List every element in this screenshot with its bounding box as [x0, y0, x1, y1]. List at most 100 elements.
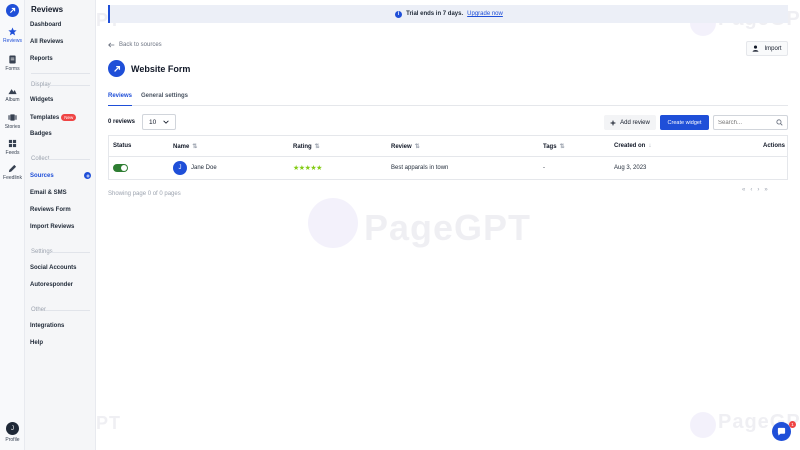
column-label: Status [113, 143, 132, 149]
column-header-rating[interactable]: Rating ⇅ [293, 143, 320, 151]
column-header-tags[interactable]: Tags ⇅ [543, 143, 565, 151]
sidebar-item-reviews-form[interactable]: Reviews Form [30, 207, 71, 213]
chat-badge: 1 [789, 421, 796, 428]
sidebar-item-reports[interactable]: Reports [30, 56, 53, 62]
page-size-value: 10 [149, 118, 157, 126]
arrow-left-icon [108, 42, 115, 48]
review-text: Best apparals in town [391, 165, 449, 171]
sidebar-item-badges[interactable]: Badges [30, 131, 52, 137]
divider [31, 73, 90, 74]
column-header-name[interactable]: Name ⇅ [173, 143, 197, 151]
divider [51, 252, 90, 253]
rail-item-label: Album [5, 97, 20, 103]
next-page-icon[interactable]: › [757, 187, 759, 193]
tab-general-settings[interactable]: General settings [141, 93, 188, 106]
reviews-count: 0 reviews [108, 119, 136, 125]
sources-indicator [84, 172, 91, 179]
column-label: Rating [293, 143, 312, 150]
sidebar-item-social-accounts[interactable]: Social Accounts [30, 265, 76, 271]
rail-item-forms[interactable]: Forms [0, 55, 25, 72]
sidebar-item-dashboard[interactable]: Dashboard [30, 22, 61, 28]
rail-item-reviews[interactable]: Reviews [0, 27, 25, 44]
created-on-value: Aug 3, 2023 [614, 165, 647, 171]
sidebar-item-autoresponder[interactable]: Autoresponder [30, 282, 73, 288]
sort-icon[interactable]: ⇅ [560, 143, 565, 150]
icon-rail: Reviews Forms Album Stories Feeds Feedli… [0, 0, 25, 450]
image-icon [8, 89, 17, 95]
sort-icon[interactable]: ⇅ [315, 143, 320, 150]
watermark: PageGPT [364, 207, 532, 248]
column-header-created-on[interactable]: Created on ↓ [614, 143, 651, 149]
sidebar-item-all-reviews[interactable]: All Reviews [30, 39, 63, 45]
sidebar-item-help[interactable]: Help [30, 340, 43, 346]
sidebar-item-widgets[interactable]: Widgets [30, 97, 53, 103]
section-header-other: Other [31, 307, 47, 313]
divider [109, 156, 787, 157]
rail-item-album[interactable]: Album [0, 86, 25, 103]
section-header-settings: Settings [31, 249, 53, 255]
back-label: Back to sources [119, 42, 162, 48]
rail-item-label: Forms [5, 66, 20, 72]
tags-value: - [543, 165, 545, 171]
avatar: J [173, 161, 187, 175]
back-link[interactable]: Back to sources [108, 42, 162, 48]
rail-item-label: Feeds [5, 150, 20, 156]
prev-page-icon[interactable]: ‹ [750, 187, 752, 193]
sort-desc-icon[interactable]: ↓ [648, 143, 651, 149]
column-label: Tags [543, 143, 557, 150]
sidebar-title: Reviews [31, 5, 64, 14]
user-icon [753, 45, 759, 52]
new-badge: New [61, 114, 77, 121]
add-review-button[interactable]: Add review [604, 115, 656, 130]
first-page-icon[interactable]: « [742, 187, 745, 193]
profile-avatar[interactable]: J [6, 422, 19, 435]
rail-item-label: Reviews [3, 38, 22, 44]
page-size-select[interactable]: 10 [142, 114, 176, 130]
sidebar-item-templates[interactable]: Templates New [30, 114, 77, 122]
pagination-status: Showing page 0 of 0 pages [108, 191, 181, 197]
watermark-logo [308, 198, 358, 248]
profile-label[interactable]: Profile [0, 437, 25, 443]
trial-text: Trial ends in 7 days. [406, 11, 464, 17]
sort-icon[interactable]: ⇅ [192, 143, 197, 150]
search-icon[interactable] [776, 119, 783, 126]
plus-icon [610, 120, 616, 125]
chat-icon [777, 427, 786, 436]
column-header-review[interactable]: Review ⇅ [391, 143, 420, 151]
rail-item-label: Stories [4, 124, 21, 130]
sidebar-item-email-sms[interactable]: Email & SMS [30, 190, 67, 196]
form-icon [9, 55, 16, 64]
last-page-icon[interactable]: » [764, 187, 767, 193]
divider [47, 159, 90, 160]
star-icon [8, 27, 17, 36]
import-button[interactable]: Import [746, 41, 788, 56]
reviewer-name: Jane Doe [191, 165, 217, 171]
rating-stars: ★★★★★ [293, 164, 322, 172]
column-header-actions: Actions [763, 143, 785, 149]
info-icon: i [395, 10, 403, 18]
sidebar-item-import-reviews[interactable]: Import Reviews [30, 224, 74, 230]
column-label: Name [173, 143, 190, 150]
create-widget-button[interactable]: Create widget [660, 115, 709, 130]
column-header-status: Status [113, 143, 131, 149]
status-toggle[interactable] [113, 164, 128, 172]
sidebar-item-label: Templates [30, 115, 60, 122]
import-label: Import [764, 45, 782, 52]
sidebar: Reviews Dashboard All Reviews Reports Di… [25, 0, 96, 450]
pagination: « ‹ › » [742, 187, 768, 193]
rail-item-feeds[interactable]: Feeds [0, 139, 25, 156]
upgrade-link[interactable]: Upgrade now [467, 11, 503, 17]
sidebar-item-sources[interactable]: Sources [30, 173, 54, 179]
page-title: Website Form [131, 64, 191, 74]
app-logo-icon[interactable] [6, 4, 19, 17]
sort-icon[interactable]: ⇅ [415, 143, 420, 150]
star-icon: ★ [316, 165, 322, 172]
rail-item-feedlink[interactable]: Feedlink [0, 164, 25, 181]
column-label: Review [391, 143, 412, 150]
rail-item-stories[interactable]: Stories [0, 113, 25, 130]
stories-icon [8, 114, 17, 121]
sidebar-item-integrations[interactable]: Integrations [30, 323, 64, 329]
trial-banner: i Trial ends in 7 days. Upgrade now [108, 5, 788, 23]
rail-item-label: Feedlink [3, 175, 22, 181]
tab-reviews[interactable]: Reviews [108, 93, 133, 106]
